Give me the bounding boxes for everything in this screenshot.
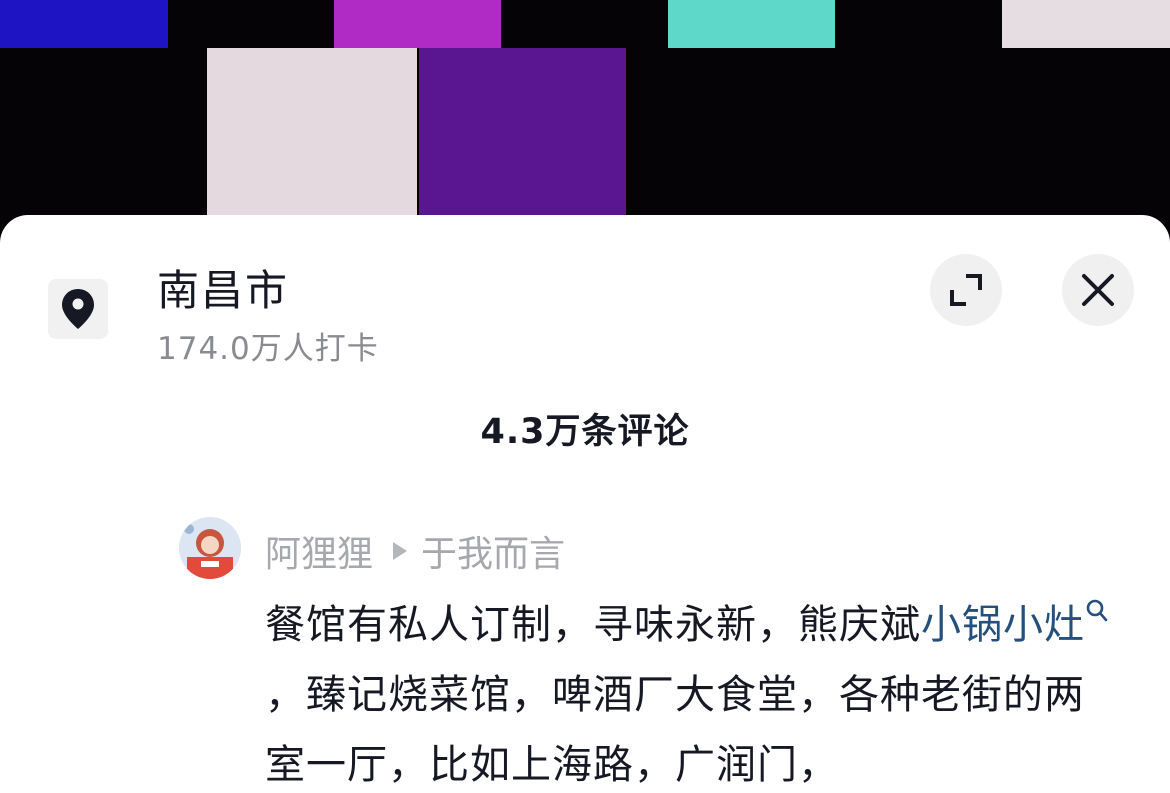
location-name[interactable]: 南昌市 [157, 257, 289, 318]
reply-to-user[interactable]: 于我而言 [421, 525, 565, 577]
video-color-block [1002, 0, 1170, 48]
screen: 南昌市 174.0万人打卡 4.3万条评论 阿狸狸 于我而言 餐馆有私人订制，寻… [0, 0, 1170, 793]
expand-button[interactable] [930, 254, 1002, 326]
avatar[interactable] [179, 517, 241, 579]
comment-meta: 阿狸狸 于我而言 [265, 525, 565, 577]
search-link[interactable]: 小锅小灶 [921, 599, 1109, 648]
expand-icon [950, 274, 982, 306]
search-link-text[interactable]: 小锅小灶 [921, 602, 1085, 648]
video-color-block [419, 48, 626, 216]
close-icon [1082, 274, 1114, 306]
location-pin-icon[interactable] [48, 279, 108, 339]
location-comments-sheet: 南昌市 174.0万人打卡 4.3万条评论 阿狸狸 于我而言 餐馆有私人订制，寻… [0, 215, 1170, 793]
video-color-block [334, 0, 501, 48]
close-button[interactable] [1062, 254, 1134, 326]
reply-arrow-icon [393, 542, 408, 560]
search-icon [1086, 599, 1108, 622]
comment-text: 餐馆有私人订制，寻味永新，熊庆斌小锅小灶 ，臻记烧菜馆，啤酒厂大食堂，各种老街的两… [265, 590, 1125, 793]
comment-author[interactable]: 阿狸狸 [265, 525, 373, 577]
comment-text-part: ，臻记烧菜馆，啤酒厂大食堂，各种老街的两室一厅，比如上海路，广润门， [265, 672, 1085, 788]
video-color-block [668, 0, 835, 48]
video-color-block [207, 48, 417, 216]
video-color-block [0, 0, 168, 48]
checkin-count: 174.0万人打卡 [157, 331, 379, 367]
comments-count: 4.3万条评论 [480, 412, 690, 452]
comment-text-part: 餐馆有私人订制，寻味永新，熊庆斌 [265, 602, 921, 648]
video-background[interactable] [0, 0, 1170, 240]
